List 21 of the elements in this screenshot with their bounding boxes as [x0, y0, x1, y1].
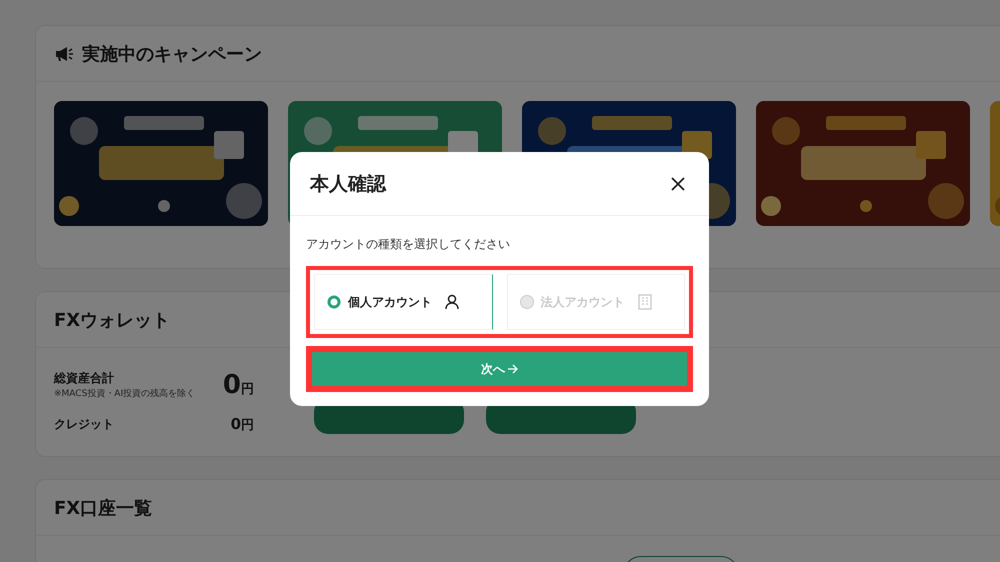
megaphone-icon: [54, 46, 74, 62]
account-type-option[interactable]: 個人アカウント: [314, 274, 492, 330]
balance-note: ※MACS投資・AI投資の残高を除く: [54, 388, 196, 400]
currency-unit: 円: [241, 382, 254, 397]
section-title: FXウォレット: [54, 308, 170, 332]
balance-label: クレジット: [54, 416, 114, 432]
section-title: 実施中のキャンペーン: [82, 42, 262, 66]
section-title: FX口座一覧: [54, 496, 152, 520]
dialog-prompt: アカウントの種類を選択してください: [306, 236, 511, 253]
currency-unit: 円: [241, 418, 254, 433]
radio-icon: [520, 295, 534, 309]
radio-icon: [327, 295, 341, 309]
balance-amount: 0: [230, 415, 241, 433]
person-icon: [445, 294, 459, 310]
arrow-icon: [508, 364, 518, 374]
building-icon: [638, 294, 652, 310]
dialog-title: 本人確認: [310, 172, 386, 196]
balance-label: 総資産合計: [54, 370, 115, 387]
close-icon[interactable]: [671, 176, 685, 190]
next-button[interactable]: 次へ: [312, 352, 687, 386]
balance-amount: 0: [222, 370, 241, 400]
